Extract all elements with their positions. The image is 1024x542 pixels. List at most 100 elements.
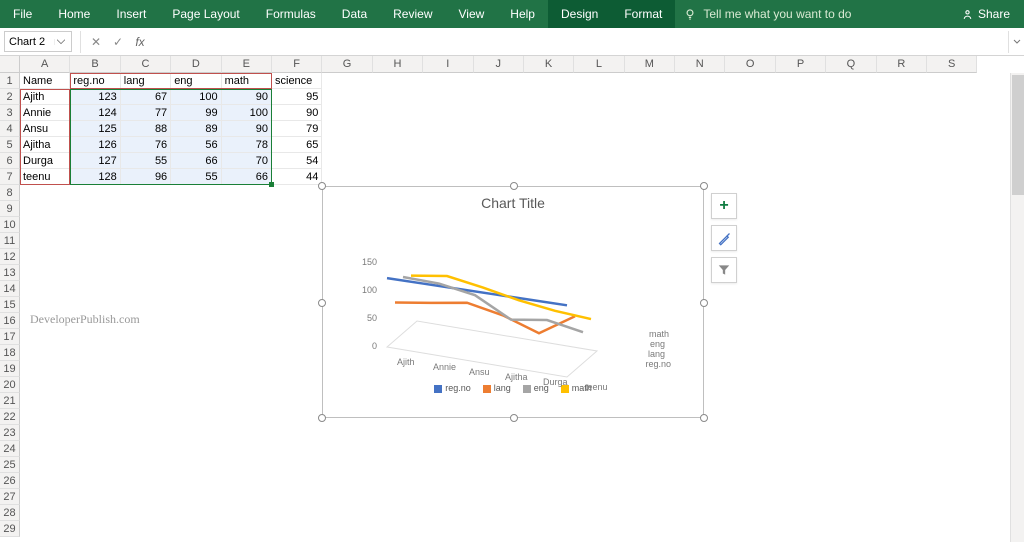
cell-B4[interactable]: 125 (70, 121, 120, 137)
col-M[interactable]: M (625, 56, 675, 73)
col-H[interactable]: H (373, 56, 423, 73)
tab-design[interactable]: Design (548, 0, 611, 28)
chart[interactable]: Chart Title 0 50 100 150 Ajith Annie Ans… (322, 186, 704, 418)
chart-elements-button[interactable]: + (711, 193, 737, 219)
row-20[interactable]: 20 (0, 377, 20, 393)
cell-E2[interactable]: 90 (222, 89, 272, 105)
chart-handle-w[interactable] (318, 299, 326, 307)
chart-handle-ne[interactable] (700, 182, 708, 190)
row-16[interactable]: 16 (0, 313, 20, 329)
row-18[interactable]: 18 (0, 345, 20, 361)
cell-A5[interactable]: Ajitha (20, 137, 70, 153)
col-P[interactable]: P (776, 56, 826, 73)
row-26[interactable]: 26 (0, 473, 20, 489)
cell-C2[interactable]: 67 (121, 89, 171, 105)
cell-C3[interactable]: 77 (121, 105, 171, 121)
cell-F2[interactable]: 95 (272, 89, 322, 105)
share-button[interactable]: Share (961, 7, 1010, 21)
cell-A3[interactable]: Annie (20, 105, 70, 121)
col-E[interactable]: E (222, 56, 272, 73)
row-11[interactable]: 11 (0, 233, 20, 249)
name-box[interactable]: Chart 2 (4, 31, 72, 52)
col-F[interactable]: F (272, 56, 322, 73)
tab-pagelayout[interactable]: Page Layout (159, 0, 252, 28)
tell-me[interactable]: Tell me what you want to do (683, 7, 851, 21)
cell-B3[interactable]: 124 (70, 105, 120, 121)
cell-B6[interactable]: 127 (70, 153, 120, 169)
chart-handle-nw[interactable] (318, 182, 326, 190)
row-27[interactable]: 27 (0, 489, 20, 505)
vertical-scrollbar[interactable] (1010, 73, 1024, 542)
formula-input[interactable] (151, 31, 1008, 53)
row-10[interactable]: 10 (0, 217, 20, 233)
tab-formulas[interactable]: Formulas (253, 0, 329, 28)
cell-D3[interactable]: 99 (171, 105, 221, 121)
row-9[interactable]: 9 (0, 201, 20, 217)
row-15[interactable]: 15 (0, 297, 20, 313)
row-13[interactable]: 13 (0, 265, 20, 281)
col-B[interactable]: B (70, 56, 120, 73)
col-Q[interactable]: Q (826, 56, 876, 73)
cell-C1[interactable]: lang (121, 73, 171, 89)
chart-handle-e[interactable] (700, 299, 708, 307)
cell-D2[interactable]: 100 (171, 89, 221, 105)
row-23[interactable]: 23 (0, 425, 20, 441)
cell-F3[interactable]: 90 (272, 105, 322, 121)
cell-C4[interactable]: 88 (121, 121, 171, 137)
col-O[interactable]: O (725, 56, 775, 73)
cell-E4[interactable]: 90 (222, 121, 272, 137)
row-1[interactable]: 1 (0, 73, 20, 89)
cell-F4[interactable]: 79 (272, 121, 322, 137)
col-G[interactable]: G (322, 56, 372, 73)
tab-data[interactable]: Data (329, 0, 380, 28)
col-K[interactable]: K (524, 56, 574, 73)
cell-E7[interactable]: 66 (222, 169, 272, 185)
formula-expand-icon[interactable] (1008, 31, 1024, 53)
cell-B5[interactable]: 126 (70, 137, 120, 153)
row-21[interactable]: 21 (0, 393, 20, 409)
col-R[interactable]: R (877, 56, 927, 73)
tab-home[interactable]: Home (45, 0, 103, 28)
cell-B1[interactable]: reg.no (70, 73, 120, 89)
cell-D1[interactable]: eng (171, 73, 221, 89)
cell-D7[interactable]: 55 (171, 169, 221, 185)
row-3[interactable]: 3 (0, 105, 20, 121)
cell-C7[interactable]: 96 (121, 169, 171, 185)
row-25[interactable]: 25 (0, 457, 20, 473)
chart-handle-se[interactable] (700, 414, 708, 422)
cell-A1[interactable]: Name (20, 73, 70, 89)
chart-styles-button[interactable] (711, 225, 737, 251)
row-22[interactable]: 22 (0, 409, 20, 425)
row-19[interactable]: 19 (0, 361, 20, 377)
row-24[interactable]: 24 (0, 441, 20, 457)
row-14[interactable]: 14 (0, 281, 20, 297)
tab-format[interactable]: Format (611, 0, 675, 28)
cell-F6[interactable]: 54 (272, 153, 322, 169)
chart-title[interactable]: Chart Title (323, 195, 703, 211)
chart-handle-n[interactable] (510, 182, 518, 190)
cell-A2[interactable]: Ajith (20, 89, 70, 105)
tab-insert[interactable]: Insert (103, 0, 159, 28)
row-6[interactable]: 6 (0, 153, 20, 169)
row-12[interactable]: 12 (0, 249, 20, 265)
cancel-icon[interactable]: ✕ (85, 35, 107, 49)
cell-A4[interactable]: Ansu (20, 121, 70, 137)
col-L[interactable]: L (574, 56, 624, 73)
row-4[interactable]: 4 (0, 121, 20, 137)
enter-icon[interactable]: ✓ (107, 35, 129, 49)
cell-D6[interactable]: 66 (171, 153, 221, 169)
cell-F1[interactable]: science (272, 73, 322, 89)
cell-E6[interactable]: 70 (222, 153, 272, 169)
col-C[interactable]: C (121, 56, 171, 73)
name-box-dropdown-icon[interactable] (54, 39, 67, 45)
scroll-thumb[interactable] (1012, 75, 1024, 195)
cell-E5[interactable]: 78 (222, 137, 272, 153)
cell-B2[interactable]: 123 (70, 89, 120, 105)
row-7[interactable]: 7 (0, 169, 20, 185)
tab-view[interactable]: View (446, 0, 498, 28)
cell-F7[interactable]: 44 (272, 169, 322, 185)
tab-file[interactable]: File (0, 0, 45, 28)
cell-F5[interactable]: 65 (272, 137, 322, 153)
cell-C6[interactable]: 55 (121, 153, 171, 169)
row-5[interactable]: 5 (0, 137, 20, 153)
